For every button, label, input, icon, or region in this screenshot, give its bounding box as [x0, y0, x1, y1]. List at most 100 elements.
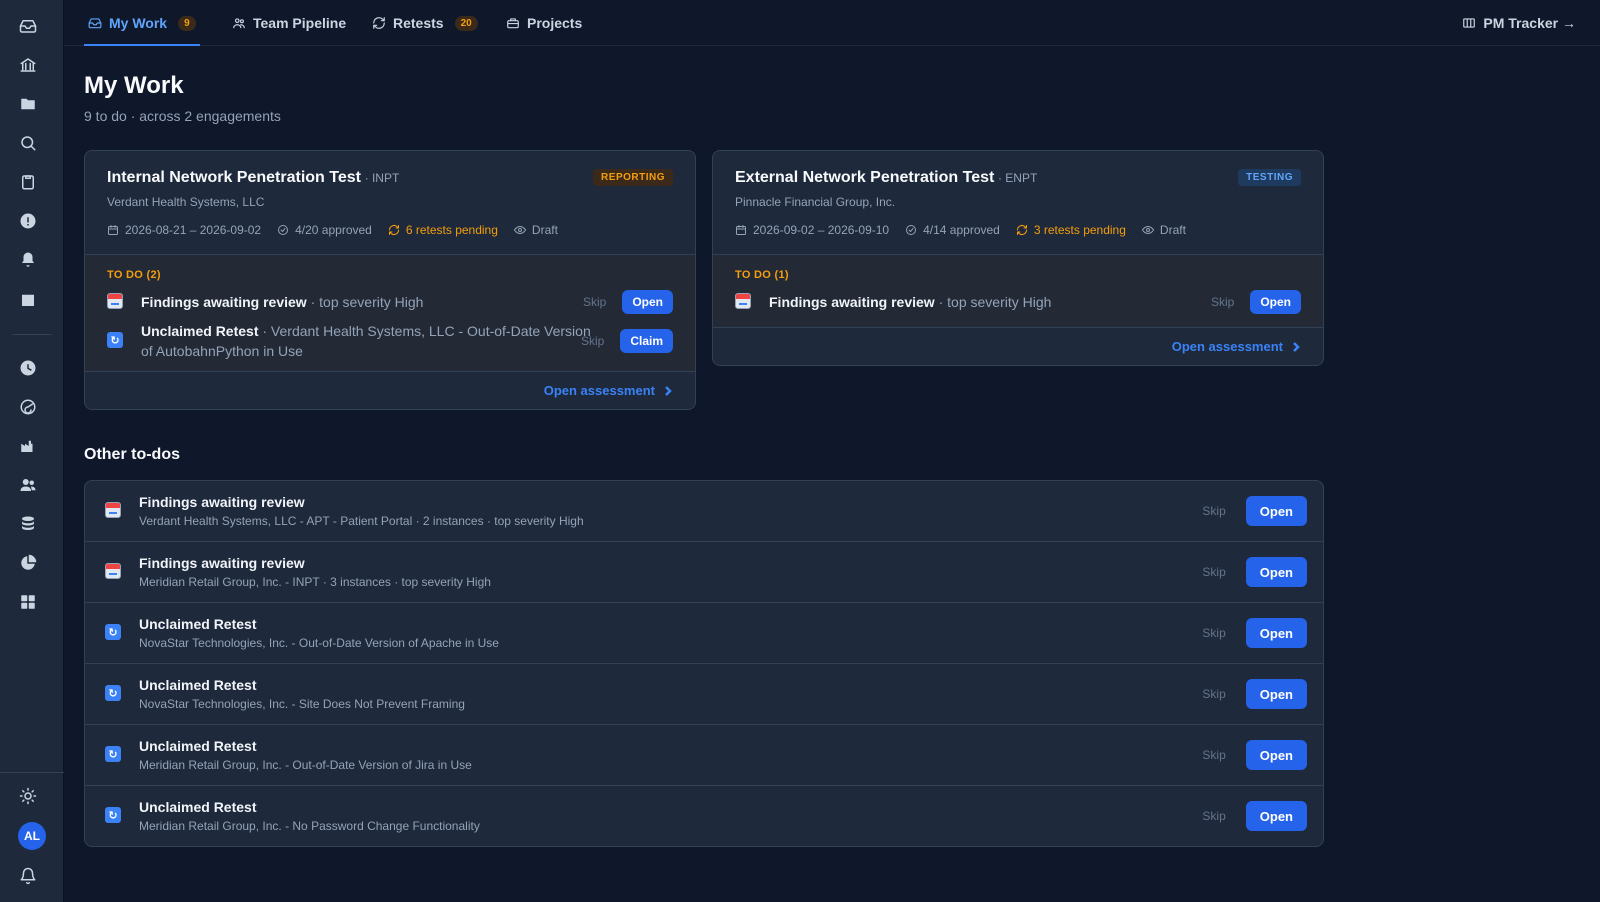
retest-icon: ↻	[105, 746, 123, 764]
calendar-icon[interactable]	[16, 288, 40, 312]
count-badge: 20	[454, 15, 478, 31]
tab-team-pipeline[interactable]: Team Pipeline	[232, 0, 346, 46]
retests-pending: 6 retests pending	[405, 223, 498, 237]
item-detail: NovaStar Technologies, Inc. - Site Does …	[139, 697, 465, 711]
list-item: Findings awaiting review Verdant Health S…	[85, 481, 1323, 542]
list-item: ↻ Unclaimed Retest Meridian Retail Group,…	[85, 725, 1323, 786]
notifications-icon[interactable]	[16, 864, 40, 888]
refresh-icon	[388, 225, 399, 235]
skip-button[interactable]: Skip	[581, 334, 604, 348]
skip-button[interactable]: Skip	[1211, 295, 1234, 309]
todo-title: Unclaimed Retest	[141, 323, 259, 339]
search-icon[interactable]	[16, 131, 40, 155]
skip-button[interactable]: Skip	[1202, 748, 1225, 762]
finding-icon	[107, 293, 125, 311]
item-title: Unclaimed Retest	[139, 616, 257, 632]
avatar[interactable]: AL	[18, 822, 46, 850]
item-detail: NovaStar Technologies, Inc. - Out-of-Dat…	[139, 636, 499, 650]
tab-my-work[interactable]: My Work 9	[84, 0, 200, 46]
sidebar: AL	[0, 0, 64, 902]
eye-icon	[1141, 226, 1154, 234]
todo-item: Findings awaiting review · top severity …	[735, 287, 1301, 317]
check-circle-icon	[278, 225, 289, 235]
engagement-title[interactable]: Internal Network Penetration Test	[107, 169, 361, 186]
tab-retests[interactable]: Retests 20	[372, 0, 478, 46]
grid-icon[interactable]	[16, 590, 40, 614]
item-title: Unclaimed Retest	[139, 738, 257, 754]
engagement-client: Pinnacle Financial Group, Inc.	[735, 195, 896, 209]
open-button[interactable]: Open	[1250, 290, 1301, 314]
list-item: ↻ Unclaimed Retest NovaStar Technologies,…	[85, 603, 1323, 664]
item-detail: Meridian Retail Group, Inc. - Out-of-Dat…	[139, 758, 472, 772]
top-nav: My Work 9 Team Pipeline Retests 20 Proje…	[64, 0, 1600, 46]
database-icon[interactable]	[16, 512, 40, 536]
folder-icon[interactable]	[16, 92, 40, 116]
skip-button[interactable]: Skip	[1202, 626, 1225, 640]
users-icon[interactable]	[16, 473, 40, 497]
item-title: Unclaimed Retest	[139, 677, 257, 693]
item-title: Unclaimed Retest	[139, 799, 257, 815]
list-item: Findings awaiting review Meridian Retail …	[85, 542, 1323, 603]
bank-icon[interactable]	[16, 53, 40, 77]
todo-title: Findings awaiting review	[769, 294, 935, 310]
open-assessment-link[interactable]: Open assessment	[713, 327, 1323, 365]
section-title: Other to-dos	[84, 446, 180, 463]
open-button[interactable]: Open	[1245, 618, 1307, 648]
refresh-icon	[373, 17, 385, 29]
calendar-icon	[108, 225, 118, 235]
open-button[interactable]: Open	[1245, 496, 1307, 526]
radar-icon[interactable]	[16, 395, 40, 419]
clock-icon[interactable]	[16, 356, 40, 380]
skip-button[interactable]: Skip	[1202, 809, 1225, 823]
open-button[interactable]: Open	[1245, 740, 1307, 770]
eye-icon	[513, 226, 526, 234]
engagement-dates: 2026-09-02 – 2026-09-10	[753, 223, 890, 237]
todo-detail: · top severity High	[306, 294, 424, 310]
theme-sun-icon[interactable]	[16, 784, 40, 808]
claim-button[interactable]: Claim	[620, 329, 673, 353]
skip-button[interactable]: Skip	[1202, 565, 1225, 579]
tab-label: Projects	[527, 15, 583, 31]
todo-label: TO DO (1)	[735, 269, 789, 281]
page-title: My Work	[84, 72, 184, 99]
count-badge: 9	[178, 15, 196, 31]
skip-button[interactable]: Skip	[1202, 504, 1225, 518]
tab-projects[interactable]: Projects	[506, 0, 582, 46]
list-item: ↻ Unclaimed Retest NovaStar Technologies,…	[85, 664, 1323, 725]
retest-icon: ↻	[105, 807, 123, 825]
open-button[interactable]: Open	[622, 290, 673, 314]
retest-icon: ↻	[107, 332, 125, 350]
engagement-card: Internal Network Penetration Test · INPT…	[84, 150, 696, 410]
open-button[interactable]: Open	[1245, 557, 1307, 587]
pm-tracker-link[interactable]: PM Tracker →	[1462, 0, 1576, 46]
factory-icon[interactable]	[16, 434, 40, 458]
inbox-icon	[88, 18, 102, 29]
status-badge: REPORTING	[593, 169, 673, 186]
bell-icon[interactable]	[16, 248, 40, 272]
open-button[interactable]: Open	[1245, 679, 1307, 709]
sidebar-bottom-divider	[0, 772, 64, 773]
retest-icon: ↻	[105, 624, 123, 642]
skip-button[interactable]: Skip	[1202, 687, 1225, 701]
approved-count: 4/20 approved	[295, 223, 372, 237]
refresh-icon	[1016, 225, 1027, 235]
item-title: Findings awaiting review	[139, 555, 305, 571]
engagement-client: Verdant Health Systems, LLC	[107, 195, 265, 209]
team-icon	[233, 18, 245, 29]
skip-button[interactable]: Skip	[583, 295, 606, 309]
open-assessment-link[interactable]: Open assessment	[85, 371, 695, 409]
clipboard-icon[interactable]	[16, 170, 40, 194]
item-detail: Verdant Health Systems, LLC - APT - Pati…	[139, 514, 584, 528]
open-assessment-label: Open assessment	[1171, 339, 1283, 354]
item-detail: Meridian Retail Group, Inc. - No Passwor…	[139, 819, 480, 833]
open-assessment-label: Open assessment	[543, 383, 655, 398]
sidebar-divider	[12, 334, 52, 335]
open-button[interactable]: Open	[1245, 801, 1307, 831]
chevron-right-icon	[1293, 341, 1300, 352]
tab-label: My Work	[109, 15, 168, 31]
finding-icon	[105, 502, 123, 520]
inbox-icon[interactable]	[16, 14, 40, 38]
engagement-title[interactable]: External Network Penetration Test	[735, 169, 994, 186]
pie-chart-icon[interactable]	[16, 551, 40, 575]
alert-icon[interactable]	[16, 209, 40, 233]
